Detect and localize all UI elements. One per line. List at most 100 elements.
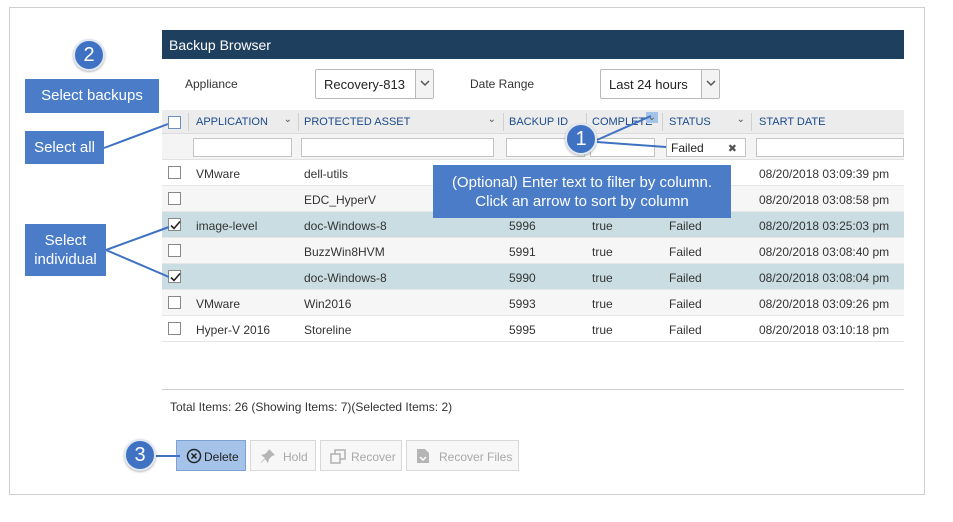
callout-filter-sort: (Optional) Enter text to filter by colum… (433, 165, 731, 218)
cell-start: 08/20/2018 03:08:04 pm (759, 271, 890, 285)
table-row[interactable]: doc-Windows-8 5990 true Failed 08/20/2018 03… (162, 264, 904, 290)
callout-sort-text: Click an arrow to sort by column (475, 193, 689, 210)
cell-backup-id: 5991 (509, 245, 536, 259)
callout-select-line2: individual (34, 251, 97, 268)
row-checkbox[interactable] (168, 244, 181, 257)
row-checkbox[interactable] (168, 218, 181, 231)
filter-application-input[interactable] (193, 138, 292, 157)
select-all-checkbox[interactable] (168, 116, 181, 129)
delete-label: Delete (204, 450, 239, 464)
appliance-value: Recovery-813 (324, 77, 405, 92)
appliance-select[interactable]: Recovery-813 (315, 69, 434, 99)
date-range-select[interactable]: Last 24 hours (600, 69, 720, 99)
col-status[interactable]: STATUS ⌄ (669, 110, 749, 134)
filter-start-date-input[interactable] (756, 138, 904, 157)
cell-application: VMware (196, 297, 241, 311)
file-icon (416, 448, 430, 467)
grid-header: APPLICATION ⌄ PROTECTED ASSET ⌄ BACKUP ID … (162, 110, 904, 134)
cell-backup-id: 5995 (509, 323, 536, 337)
col-asset-label: PROTECTED ASSET (304, 116, 411, 128)
cell-backup-id: 5990 (509, 271, 536, 285)
date-range-label: Date Range (470, 77, 535, 91)
filter-status-input[interactable]: Failed ✖ (666, 138, 746, 157)
cell-complete: true (592, 297, 613, 311)
cell-start: 08/20/2018 03:09:39 pm (759, 167, 890, 181)
chevron-down-icon[interactable] (701, 70, 719, 98)
cell-application: VMware (196, 167, 241, 181)
filter-status-value: Failed (671, 141, 704, 155)
cell-start: 08/20/2018 03:08:58 pm (759, 193, 890, 207)
row-checkbox[interactable] (168, 322, 181, 335)
callout-select-line1: Select (44, 232, 87, 249)
recover-icon (330, 448, 346, 467)
recover-label: Recover (351, 450, 396, 464)
table-row[interactable]: BuzzWin8HVM 5991 true Failed 08/20/2018 03:0… (162, 238, 904, 264)
col-complete-label: COMPLETE (592, 116, 653, 128)
col-start-date-label: START DATE (759, 116, 826, 128)
chevron-down-icon[interactable]: ⌄ (645, 112, 658, 123)
cell-backup-id: 5993 (509, 297, 536, 311)
col-application[interactable]: APPLICATION ⌄ (196, 110, 296, 134)
cell-asset: Storeline (304, 323, 352, 337)
cell-asset: EDC_HyperV (304, 193, 377, 207)
cell-asset: doc-Windows-8 (304, 271, 387, 285)
appliance-label: Appliance (185, 77, 238, 91)
cell-backup-id: 5996 (509, 219, 536, 233)
total-items: Total Items: 26 (Showing Items: 7)(Selec… (170, 400, 453, 414)
cell-asset: dell-utils (304, 167, 349, 181)
chevron-down-icon[interactable] (415, 70, 433, 98)
chevron-down-icon[interactable]: ⌄ (488, 114, 496, 125)
filter-complete-input[interactable] (590, 138, 655, 157)
col-backup-id-label: BACKUP ID (509, 116, 569, 128)
hold-label: Hold (283, 450, 308, 464)
cell-status: Failed (669, 323, 702, 337)
delete-button[interactable]: Delete (176, 440, 246, 471)
cell-asset: BuzzWin8HVM (304, 245, 385, 259)
cell-complete: true (592, 271, 613, 285)
cell-application: Hyper-V 2016 (196, 323, 271, 337)
callout-select-individual: Select individual (25, 224, 106, 276)
cell-asset: Win2016 (304, 297, 352, 311)
hold-button[interactable]: Hold (250, 440, 316, 471)
cell-status: Failed (669, 297, 702, 311)
filter-row: Failed ✖ (162, 134, 904, 160)
row-checkbox[interactable] (168, 166, 181, 179)
cell-status: Failed (669, 245, 702, 259)
cell-start: 08/20/2018 03:08:40 pm (759, 245, 890, 259)
col-application-label: APPLICATION (196, 116, 268, 128)
date-range-value: Last 24 hours (609, 77, 688, 92)
col-status-label: STATUS (669, 116, 711, 128)
cell-complete: true (592, 219, 613, 233)
filter-asset-input[interactable] (301, 138, 494, 157)
pin-icon (260, 448, 276, 467)
cell-complete: true (592, 323, 613, 337)
col-complete[interactable]: COMPLETE ⌄ (592, 110, 658, 134)
cell-application: image-level (196, 219, 258, 233)
callout-select-all: Select all (25, 131, 104, 164)
callout-select-backups: Select backups (25, 79, 159, 113)
table-row[interactable]: Hyper-V 2016 Storeline 5995 true Failed 08/20… (162, 316, 904, 342)
cell-status: Failed (669, 219, 702, 233)
callout-step-2: 2 (73, 39, 105, 71)
row-checkbox[interactable] (168, 296, 181, 309)
row-checkbox[interactable] (168, 192, 181, 205)
chevron-down-icon[interactable]: ⌄ (284, 114, 292, 125)
cell-complete: true (592, 245, 613, 259)
clear-icon[interactable]: ✖ (728, 142, 737, 155)
cell-asset: doc-Windows-8 (304, 219, 387, 233)
recover-button[interactable]: Recover (320, 440, 402, 471)
callout-step-3: 3 (124, 439, 156, 471)
col-start-date[interactable]: START DATE (759, 110, 904, 134)
col-protected-asset[interactable]: PROTECTED ASSET ⌄ (304, 110, 500, 134)
panel-title: Backup Browser (162, 30, 904, 59)
cell-start: 08/20/2018 03:25:03 pm (759, 219, 890, 233)
row-checkbox[interactable] (168, 270, 181, 283)
recover-files-button[interactable]: Recover Files (406, 440, 519, 471)
callout-step-1: 1 (565, 123, 597, 155)
delete-icon (186, 448, 202, 467)
chevron-down-icon[interactable]: ⌄ (737, 114, 745, 125)
recover-files-label: Recover Files (439, 450, 513, 464)
cell-start: 08/20/2018 03:09:26 pm (759, 297, 890, 311)
cell-status: Failed (669, 271, 702, 285)
table-row[interactable]: VMware Win2016 5993 true Failed 08/20/2018 03… (162, 290, 904, 316)
